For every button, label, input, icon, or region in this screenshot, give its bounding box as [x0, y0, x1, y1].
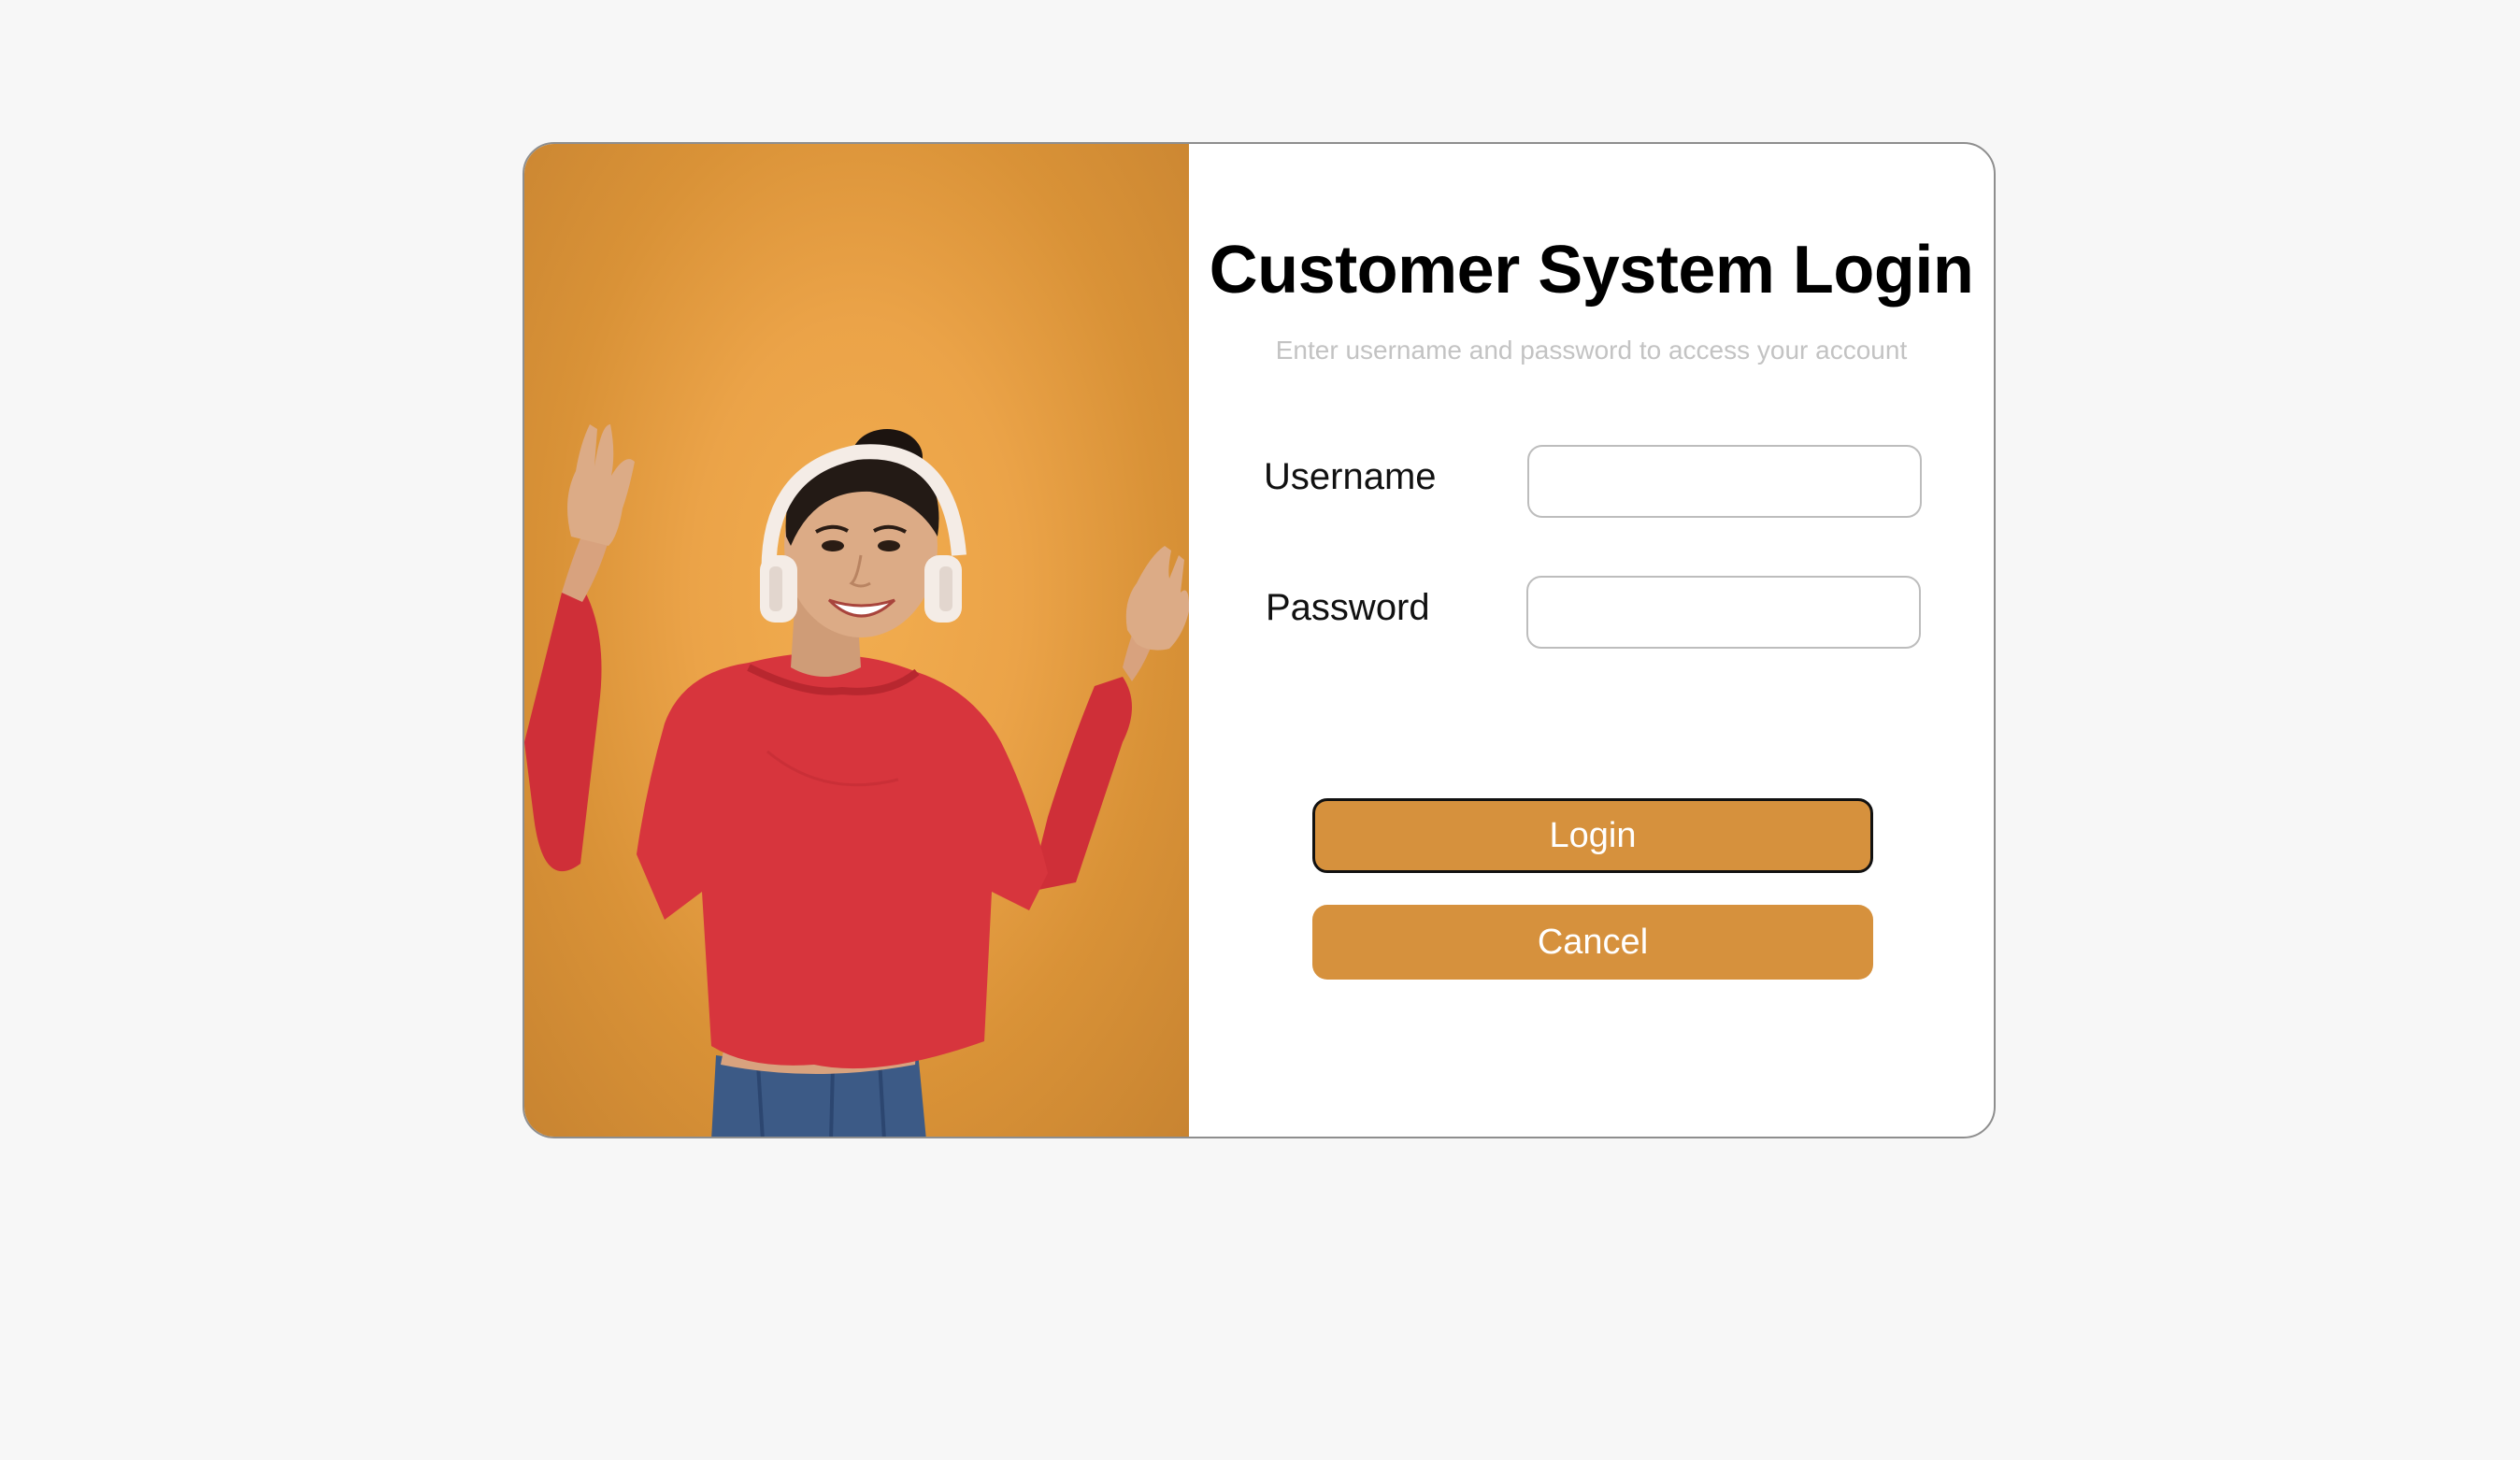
woman-with-headphones-illustration: [524, 424, 1189, 1137]
login-form: Customer System Login Enter username and…: [1189, 144, 1994, 1137]
page-subtitle: Enter username and password to access yo…: [1275, 336, 1908, 365]
login-card: Customer System Login Enter username and…: [523, 142, 1996, 1138]
username-input[interactable]: [1527, 445, 1922, 518]
password-label: Password: [1266, 587, 1430, 628]
page-title: Customer System Login: [1209, 233, 1974, 308]
password-input[interactable]: [1526, 576, 1921, 649]
hero-photo: [524, 144, 1189, 1137]
cancel-button[interactable]: Cancel: [1312, 905, 1873, 980]
username-label: Username: [1264, 456, 1437, 497]
login-button[interactable]: Login: [1312, 798, 1873, 873]
